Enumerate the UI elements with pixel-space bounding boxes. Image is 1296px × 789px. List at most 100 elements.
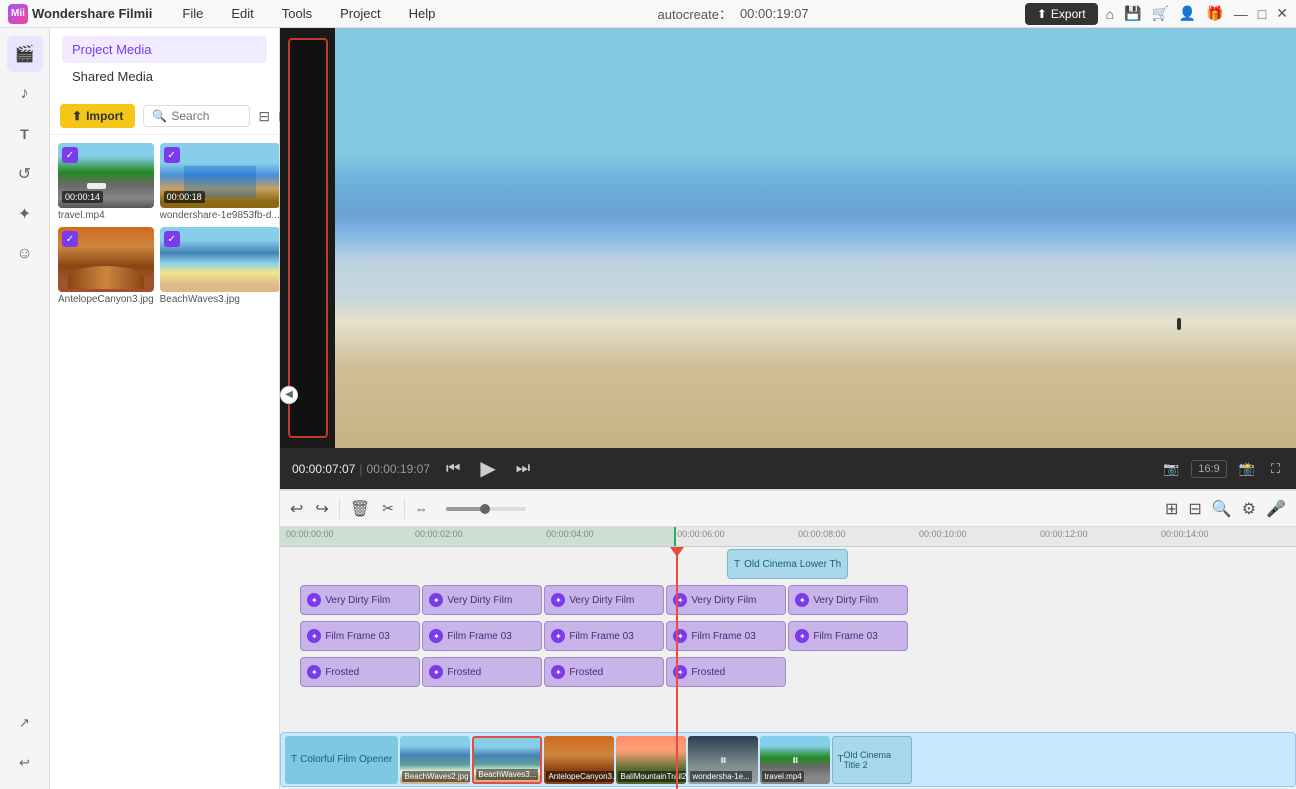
media-panel: Project Media Shared Media ⬆ Import 🔍 ⊟ … — [50, 28, 280, 789]
effect-clip[interactable]: ✦ Film Frame 03 — [300, 621, 420, 651]
preview-area: 00:00:07:07 | 00:00:19:07 ⏮ ▶ ⏭ 📷 16:9 📸… — [280, 28, 1296, 489]
filter-icon[interactable]: ⊟ — [258, 108, 270, 125]
main-clip-beach3[interactable]: BeachWaves3... — [472, 736, 542, 784]
effect-clip[interactable]: ✦ Frosted — [300, 657, 420, 687]
camera-mode-button[interactable]: 📷 — [1159, 459, 1183, 479]
clip-name: AntelopeCanyon3.jpg — [546, 771, 614, 782]
media-item[interactable]: ✓ AntelopeCanyon3.jpg — [58, 227, 154, 305]
media-duration: 00:00:14 — [62, 191, 103, 203]
panel-collapse-button[interactable]: ◀ — [280, 386, 298, 404]
sidebar-export-icon[interactable]: ↗ — [7, 705, 43, 741]
menu-help[interactable]: Help — [403, 4, 442, 23]
undo-button[interactable]: ↩ — [288, 497, 305, 521]
title-track: T Old Cinema Lower Th — [727, 549, 848, 581]
home-icon[interactable]: ⌂ — [1106, 6, 1114, 22]
effect-clip[interactable]: ✦ Very Dirty Film — [544, 585, 664, 615]
media-item[interactable]: ✓ 00:00:18 wondershare-1e9853fb-d... — [160, 143, 279, 221]
main-clip-travel[interactable]: travel.mp4 ⏸ — [760, 736, 830, 784]
menu-edit[interactable]: Edit — [225, 4, 259, 23]
import-button[interactable]: ⬆ Import — [60, 104, 135, 128]
menu-tools[interactable]: Tools — [276, 4, 318, 23]
menu-file[interactable]: File — [176, 4, 209, 23]
media-item[interactable]: ✓ 00:00:14 travel.mp4 — [58, 143, 154, 221]
cut-button[interactable]: ✂ — [380, 498, 396, 519]
play-button[interactable]: ▶ — [476, 454, 499, 483]
sidebar-emoji-icon[interactable]: ☺ — [7, 236, 43, 272]
end-title-clip[interactable]: T Old Cinema Title 2 — [832, 736, 912, 784]
main-clip-antelope[interactable]: AntelopeCanyon3.jpg — [544, 736, 614, 784]
close-icon[interactable]: ✕ — [1276, 5, 1288, 22]
minimize-icon[interactable]: — — [1234, 6, 1248, 22]
title-clip[interactable]: T Old Cinema Lower Th — [727, 549, 848, 579]
gift-icon[interactable]: 🎁 — [1206, 5, 1223, 22]
export-button[interactable]: ⬆ Export — [1025, 3, 1098, 25]
effect-clip[interactable]: ✦ Film Frame 03 — [422, 621, 542, 651]
effect-clip[interactable]: ✦ Frosted — [666, 657, 786, 687]
media-item[interactable]: ✓ BeachWaves3.jpg — [160, 227, 279, 305]
effect-icon: ✦ — [551, 665, 565, 679]
effect-clip[interactable]: ✦ Very Dirty Film — [666, 585, 786, 615]
maximize-icon[interactable]: □ — [1258, 6, 1266, 22]
effect-clip[interactable]: ✦ Frosted — [422, 657, 542, 687]
timeline-split-view-button[interactable]: ⊟ — [1186, 497, 1203, 521]
menu-bar: Mii Wondershare Filmii File Edit Tools P… — [0, 0, 1296, 28]
zoom-slider[interactable] — [446, 507, 526, 511]
search-input[interactable] — [171, 109, 241, 123]
effect-icon: ✦ — [429, 593, 443, 607]
effect-label: Film Frame 03 — [325, 631, 389, 642]
shared-media-nav[interactable]: Shared Media — [62, 63, 267, 90]
timeline-settings-button[interactable]: ⚙ — [1240, 497, 1258, 521]
main-container: 🎬 ♪ T ↺ ✦ ☺ ↗ ↩ Project Media Shared Med… — [0, 28, 1296, 789]
film-frame-track: ✦ Film Frame 03 ✦ Film Frame 03 ✦ Film F… — [300, 621, 908, 651]
save-icon[interactable]: 💾 — [1124, 5, 1141, 22]
film-overlay — [335, 28, 1296, 448]
sidebar-media-icon[interactable]: 🎬 — [7, 36, 43, 72]
sidebar: 🎬 ♪ T ↺ ✦ ☺ ↗ ↩ — [0, 28, 50, 789]
effect-clip[interactable]: ✦ Film Frame 03 — [788, 621, 908, 651]
effect-clip[interactable]: ✦ Frosted — [544, 657, 664, 687]
user-icon[interactable]: 👤 — [1179, 5, 1196, 22]
timeline-view-button[interactable]: ⊞ — [1163, 497, 1180, 521]
project-media-nav[interactable]: Project Media — [62, 36, 267, 63]
effect-clip[interactable]: ✦ Film Frame 03 — [666, 621, 786, 651]
zoom-thumb[interactable] — [480, 504, 490, 514]
sidebar-stickers-icon[interactable]: ✦ — [7, 196, 43, 232]
screenshot-button[interactable]: 📸 — [1235, 459, 1259, 479]
preview-content — [280, 28, 1296, 448]
timeline-zoom-button[interactable]: 🔍 — [1210, 497, 1234, 521]
timeline-audio-button[interactable]: 🎤 — [1264, 497, 1288, 521]
autocreate-display: autocreate： 00:00:19:07 — [457, 4, 1008, 23]
redo-button[interactable]: ↪ — [313, 497, 330, 521]
menu-project[interactable]: Project — [334, 4, 386, 23]
title-icon: T — [291, 754, 297, 765]
effect-icon: ✦ — [307, 629, 321, 643]
effect-clip[interactable]: ✦ Very Dirty Film — [300, 585, 420, 615]
effect-clip[interactable]: ✦ Film Frame 03 — [544, 621, 664, 651]
skip-forward-button[interactable]: ⏭ — [512, 458, 534, 480]
main-video-track: T Colorful Film Opener BeachWaves2.jpg B… — [280, 732, 1296, 787]
effect-label: Very Dirty Film — [691, 595, 756, 606]
search-box[interactable]: 🔍 — [143, 105, 250, 127]
effect-icon: ✦ — [307, 593, 321, 607]
effect-clip[interactable]: ✦ Very Dirty Film — [422, 585, 542, 615]
cart-icon[interactable]: 🛒 — [1151, 5, 1168, 22]
fullscreen-button[interactable]: ⛶ — [1267, 459, 1284, 479]
sidebar-undo-icon[interactable]: ↩ — [7, 745, 43, 781]
sidebar-text-icon[interactable]: T — [7, 116, 43, 152]
tracks-inner: T Old Cinema Lower Th ✦ Very Dirty Film … — [280, 547, 1296, 789]
effect-clip[interactable]: ✦ Very Dirty Film — [788, 585, 908, 615]
title-clip-label: Old Cinema Lower Th — [744, 559, 841, 570]
main-clip-beach2[interactable]: BeachWaves2.jpg — [400, 736, 470, 784]
effect-label: Film Frame 03 — [691, 631, 755, 642]
delete-button[interactable]: 🗑 — [348, 497, 372, 521]
main-clip-wondershare[interactable]: wondersha-1e... ⏸ — [688, 736, 758, 784]
skip-back-button[interactable]: ⏮ — [442, 458, 464, 480]
media-check-icon: ✓ — [164, 147, 180, 163]
main-track-label[interactable]: T Colorful Film Opener — [285, 736, 398, 784]
effect-label: Frosted — [447, 667, 481, 678]
aspect-ratio-button[interactable]: 16:9 — [1191, 460, 1226, 478]
split-button[interactable]: ⇔ — [413, 499, 430, 518]
sidebar-effects-icon[interactable]: ↺ — [7, 156, 43, 192]
clip-name: travel.mp4 — [762, 771, 803, 782]
sidebar-audio-icon[interactable]: ♪ — [7, 76, 43, 112]
